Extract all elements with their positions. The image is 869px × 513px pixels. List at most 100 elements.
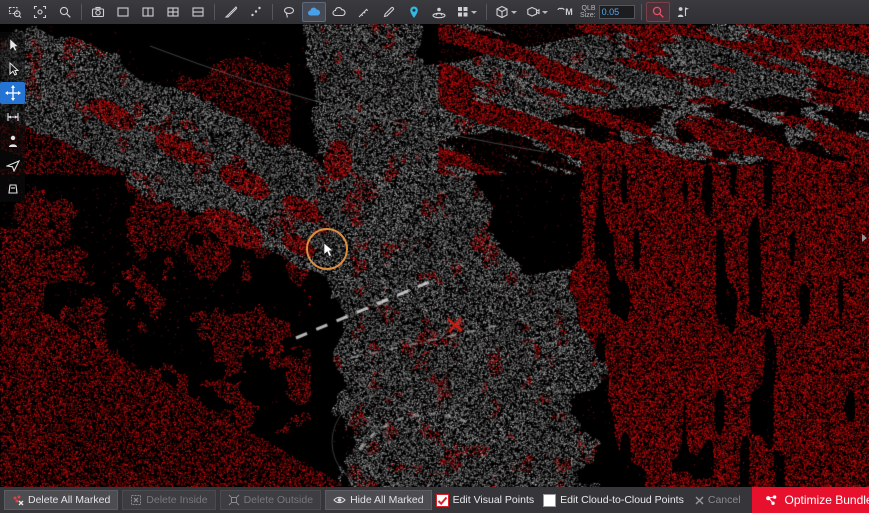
bottom-bar: Delete All Marked Delete Inside Delete O… [0,487,869,513]
viewport[interactable] [0,24,869,487]
view-cube-button[interactable] [491,2,521,22]
find-icon [651,5,665,19]
paper-plane-icon [6,158,20,172]
optimize-label: Optimize Bundle [785,493,869,507]
chevron-down-icon [471,11,477,14]
lasso-button[interactable] [277,2,301,22]
camera-button[interactable] [86,2,110,22]
layout-grid-icon [166,5,180,19]
optimize-bundle-button[interactable]: Optimize Bundle [752,487,869,513]
view-camera-button[interactable] [522,2,552,22]
find-button[interactable] [646,2,670,22]
location-pin-icon [407,5,421,19]
user-flag-icon [676,5,690,19]
jug-icon [6,182,20,196]
toolbar-separator [641,4,642,20]
button-label: Delete All Marked [28,494,110,506]
knife-icon [224,5,238,19]
toolbar-separator [486,4,487,20]
right-panel-toggle[interactable] [862,234,867,242]
cube-camera-icon [526,5,540,19]
cursor-outline-icon [6,62,20,76]
qlb-size-input[interactable] [599,5,635,19]
navigate-move-button[interactable] [0,82,25,104]
m-label: M [565,7,573,17]
layout-single-button[interactable] [111,2,135,22]
person-view-button[interactable] [0,130,25,152]
qlb-size-label: QLB Size: [580,5,596,20]
delete-inside-icon [130,494,142,506]
points-icon [249,5,263,19]
top-toolbar: M QLB Size: [0,0,869,24]
select-cursor-button[interactable] [0,34,25,56]
qlb-size-group: QLB Size: [580,5,635,20]
layout-grid-button[interactable] [161,2,185,22]
toolbar-separator [81,4,82,20]
edit-cloud-to-cloud-checkbox[interactable]: Edit Cloud-to-Cloud Points [543,494,684,507]
pen-button[interactable] [377,2,401,22]
layout-single-icon [116,5,130,19]
orbit-person-icon [431,5,447,19]
mouse-cursor [323,242,335,258]
cloud-upload-icon [332,5,346,19]
snap-m-button[interactable]: M [553,2,577,22]
layout-rows-icon [191,5,205,19]
app-window: M QLB Size: [0,0,869,513]
button-label: Hide All Marked [350,494,424,506]
grid-menu-icon [457,6,469,18]
hide-all-marked-button[interactable]: Hide All Marked [325,490,432,510]
select-cursor-alt-button[interactable] [0,58,25,80]
sample-tool-button[interactable] [0,178,25,200]
bottom-right-group: Edit Visual Points Edit Cloud-to-Cloud P… [436,487,869,513]
grid-menu-button[interactable] [452,2,482,22]
zoom-region-button[interactable] [3,2,27,22]
edit-visual-points-checkbox[interactable]: Edit Visual Points [436,494,535,507]
lasso-icon [282,5,296,19]
fly-navigate-button[interactable] [0,154,25,176]
zoom-button[interactable] [53,2,77,22]
person-icon [6,134,20,148]
layout-columns-button[interactable] [136,2,160,22]
delete-marked-icon [12,494,24,506]
layout-columns-icon [141,5,155,19]
delete-inside-button[interactable]: Delete Inside [122,490,215,510]
cancel-button[interactable]: Cancel [693,494,743,506]
toolbar-separator [214,4,215,20]
orbit-view-button[interactable] [427,2,451,22]
cube-icon [495,5,509,19]
measure-icon [6,110,20,124]
cursor-icon [6,38,20,52]
cloud-icon [307,5,321,19]
zoom-icon [58,5,72,19]
user-location-button[interactable] [671,2,695,22]
measure-button[interactable] [0,106,25,128]
delete-outside-icon [228,494,240,506]
zoom-extents-button[interactable] [28,2,52,22]
left-toolbar [0,32,25,202]
layout-rows-button[interactable] [186,2,210,22]
ruler-button[interactable] [352,2,376,22]
zoom-region-icon [8,5,22,19]
chevron-down-icon [542,11,548,14]
eye-icon [333,494,346,506]
close-icon [695,496,704,505]
location-pin-button[interactable] [402,2,426,22]
button-label: Delete Inside [146,494,207,506]
cloud-upload-button[interactable] [327,2,351,22]
pen-icon [382,5,396,19]
move-arrows-icon [5,85,21,101]
mark-points-button[interactable] [244,2,268,22]
cloud-display-button[interactable] [302,2,326,22]
cloud-m-icon [557,7,565,17]
delete-all-marked-button[interactable]: Delete All Marked [4,490,118,510]
mark-knife-button[interactable] [219,2,243,22]
checkbox-checked-icon[interactable] [436,494,449,507]
delete-outside-button[interactable]: Delete Outside [220,490,321,510]
checkbox-unchecked-icon[interactable] [543,494,556,507]
zoom-extents-icon [33,5,47,19]
bundle-icon [764,493,779,507]
camera-icon [91,5,105,19]
checkbox-label: Edit Cloud-to-Cloud Points [560,494,684,506]
point-cloud-canvas[interactable] [0,24,869,487]
chevron-down-icon [511,11,517,14]
